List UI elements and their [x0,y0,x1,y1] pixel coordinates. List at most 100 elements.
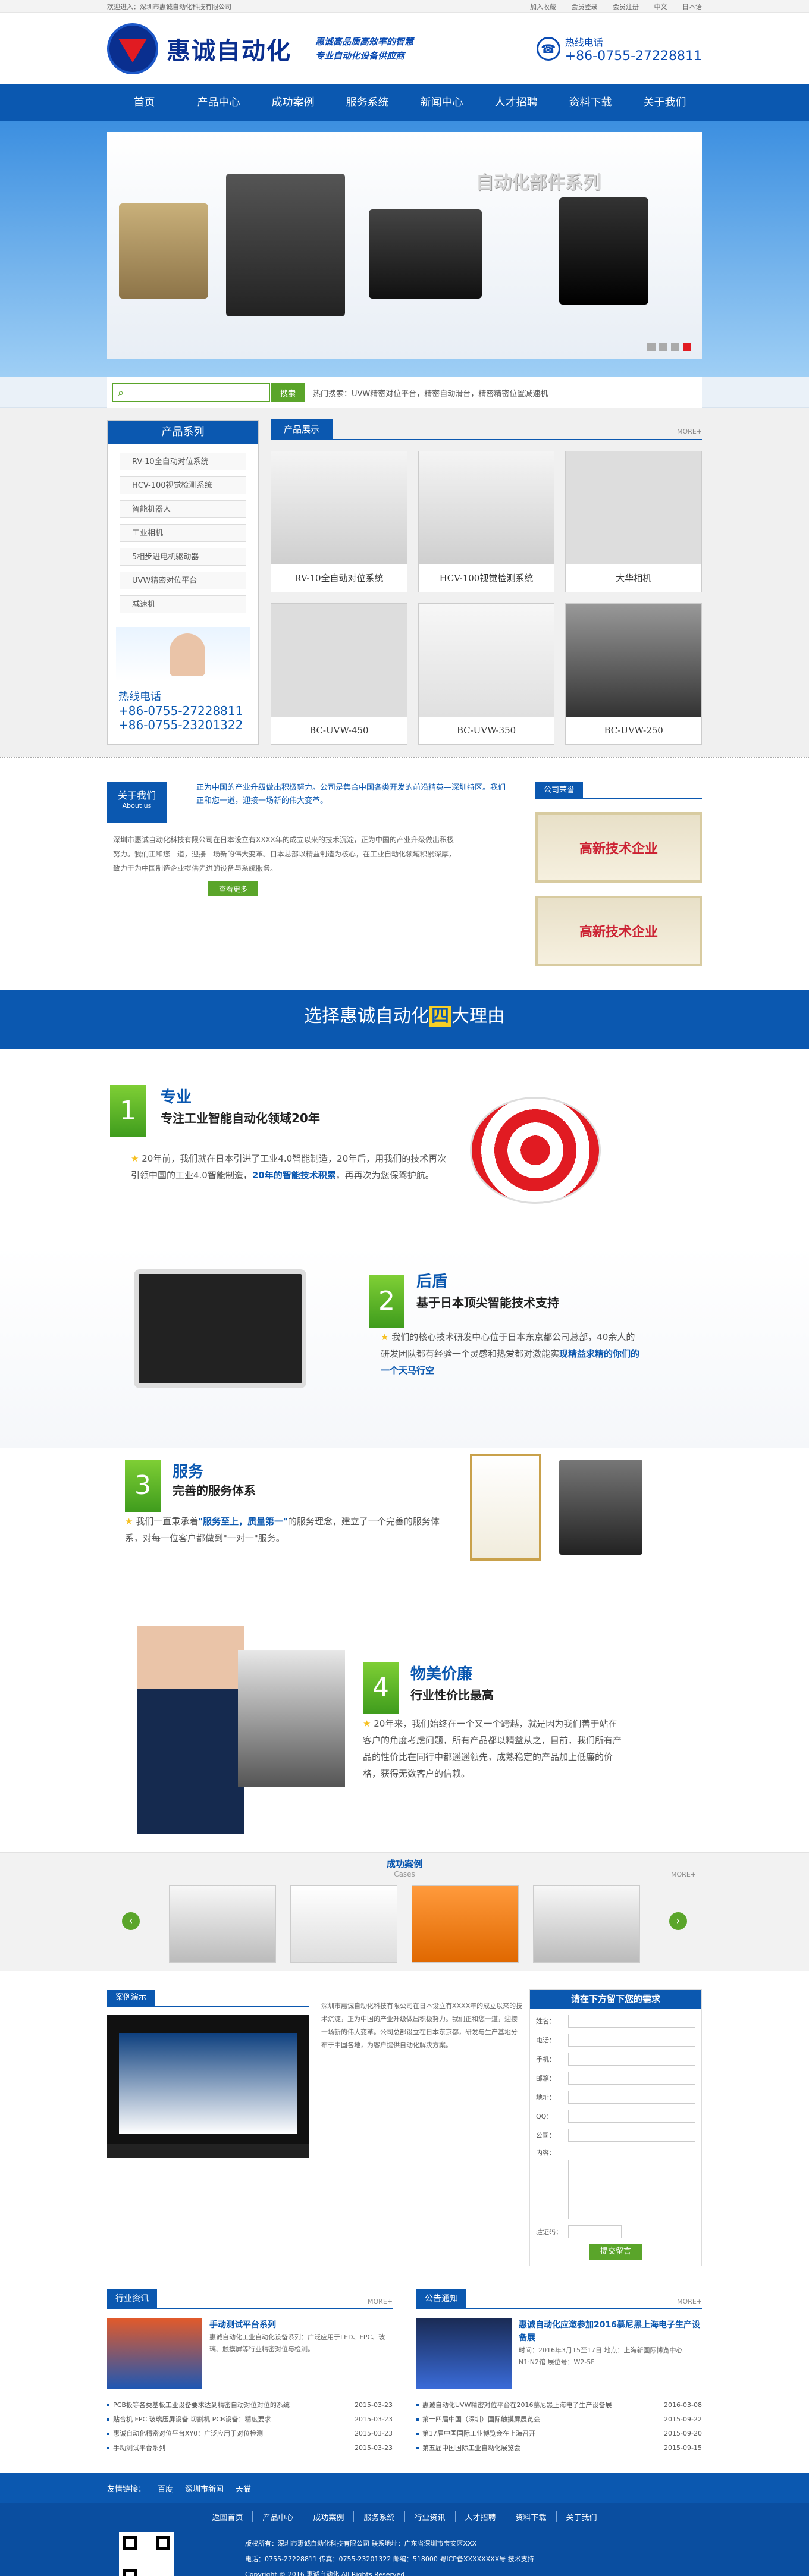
footer-body: 版权所有：深圳市惠诚自动化科技有限公司 联系地址：广东省深圳市宝安区XXX 电话… [0,2532,809,2576]
reason-subtitle: 基于日本顶尖智能技术支持 [416,1295,559,1310]
news-item[interactable]: 惠诚自动化UVW精密对位平台在2016慕尼黑上海电子生产设备展 2016-03-0… [416,2398,702,2412]
chevron-right-icon[interactable]: › [669,1912,687,1930]
news-featured-title[interactable]: 惠诚自动化应邀参加2016慕尼黑上海电子生产设备展 [519,2318,702,2345]
nav-jobs[interactable]: 人才招聘 [479,84,553,121]
news-more-link[interactable]: MORE+ [368,2298,393,2308]
mobile-field[interactable] [568,2053,695,2066]
product-card[interactable]: BC-UVW-350 [418,603,555,745]
sidebar-item[interactable]: UVW精密对位平台 [120,572,246,589]
video-controls[interactable] [107,2144,309,2158]
nav-service[interactable]: 服务系统 [330,84,404,121]
email-field[interactable] [568,2072,695,2085]
nav-cases[interactable]: 成功案例 [256,84,330,121]
case-item[interactable] [290,1885,397,1963]
news-item[interactable]: 贴合机 FPC 玻璃压屏设备 切割机 PCB设备：精度要求 2015-03-23 [107,2412,393,2427]
news-item[interactable]: 手动测试平台系列 2015-03-23 [107,2441,393,2455]
footer-link[interactable]: 行业资讯 [405,2511,456,2522]
product-name[interactable]: BC-UVW-450 [271,717,407,744]
cases-more-link[interactable]: MORE+ [671,1871,696,1878]
footer-link[interactable]: 返回首页 [202,2511,253,2522]
phone-field[interactable] [568,2034,695,2047]
hot-search[interactable]: 热门搜索：UVW精密对位平台，精密自动滑台，精密精密位置减速机 [313,387,548,399]
nav-about[interactable]: 关于我们 [628,84,702,121]
login-link[interactable]: 会员登录 [572,3,598,11]
captcha-field[interactable] [568,2225,622,2238]
friend-link[interactable]: 深圳市新闻 [185,2483,224,2494]
search-button[interactable]: 搜索 [271,383,305,402]
sidebar-item[interactable]: 工业相机 [120,524,246,542]
footer-link[interactable]: 产品中心 [253,2511,304,2522]
case-item[interactable] [412,1885,519,1963]
nav-products[interactable]: 产品中心 [181,84,256,121]
news-tab[interactable]: 行业资讯 [107,2289,157,2308]
sidebar-item[interactable]: HCV-100视觉检测系统 [120,476,246,494]
video-description: 深圳市惠诚自动化科技有限公司在日本设立有XXXX年的成立以来的技术沉淀，正为中国… [321,2002,523,2049]
reason-4: 4 物美价廉 行业性价比最高 ★ 20年来，我们始终在一个又一个跨越，就是因为我… [0,1626,809,1852]
news-more-link[interactable]: MORE+ [677,2298,702,2308]
logo-name[interactable]: 惠诚自动化 [167,32,291,66]
footer-link[interactable]: 关于我们 [557,2511,607,2522]
product-name[interactable]: HCV-100视觉检测系统 [419,564,554,592]
product-name[interactable]: RV-10全自动对位系统 [271,564,407,592]
chevron-left-icon[interactable]: ‹ [122,1912,140,1930]
sidebar-item[interactable]: RV-10全自动对位系统 [120,453,246,470]
news-item[interactable]: 第十四届中国（深圳）国际触摸屏展览会 2015-09-22 [416,2412,702,2427]
nav-news[interactable]: 新闻中心 [404,84,479,121]
product-card[interactable]: BC-UVW-450 [271,603,407,745]
news-tab[interactable]: 公告通知 [416,2289,466,2308]
about-more-button[interactable]: 查看更多 [208,881,259,896]
chinese-link[interactable]: 中文 [654,3,667,11]
sidebar-item[interactable]: 减速机 [120,595,246,613]
news-featured-text: 时间：2016年3月15至17日 地点：上海新国际博览中心 N1·N2馆 展位号… [519,2346,683,2366]
news-item[interactable]: 第五届中国国际工业自动化展览会 2015-09-15 [416,2441,702,2455]
slide-dot[interactable] [671,343,679,351]
news-featured[interactable]: 惠诚自动化应邀参加2016慕尼黑上海电子生产设备展 时间：2016年3月15至1… [416,2318,702,2389]
slide-dot[interactable] [647,343,656,351]
company-field[interactable] [568,2129,695,2142]
logo-icon[interactable] [107,23,158,74]
friend-link[interactable]: 天猫 [236,2483,251,2494]
product-card[interactable]: RV-10全自动对位系统 [271,451,407,592]
news-featured-title[interactable]: 手动测试平台系列 [209,2318,393,2332]
case-item[interactable] [533,1885,640,1963]
submit-button[interactable]: 提交留言 [589,2244,642,2260]
gearbox-image [119,203,208,299]
content-field[interactable] [568,2160,695,2219]
nav-home[interactable]: 首页 [107,84,181,121]
slide-dot-active[interactable] [683,343,691,351]
product-card[interactable]: 大华相机 [565,451,702,592]
name-field[interactable] [568,2015,695,2028]
sidebar-item[interactable]: 智能机器人 [120,500,246,518]
register-link[interactable]: 会员注册 [613,3,639,11]
case-carousel [0,1885,809,1963]
friend-link[interactable]: 百度 [158,2483,173,2494]
product-tab[interactable]: 产品展示 [271,419,333,439]
footer-link[interactable]: 资料下载 [506,2511,557,2522]
footer-link[interactable]: 服务系统 [354,2511,405,2522]
news-item[interactable]: PCB板等各类基板工业设备要求达到精密自动对位对位的系统 2015-03-23 [107,2398,393,2412]
qq-field[interactable] [568,2110,695,2123]
product-card[interactable]: BC-UVW-250 [565,603,702,745]
nav-downloads[interactable]: 资料下载 [553,84,628,121]
product-name[interactable]: 大华相机 [566,564,701,592]
product-name[interactable]: BC-UVW-250 [566,717,701,744]
video-header: 案例演示 [107,1989,309,2007]
product-card[interactable]: HCV-100视觉检测系统 [418,451,555,592]
search-input[interactable]: ⌕ [112,383,270,402]
footer-link[interactable]: 人才招聘 [456,2511,506,2522]
news-featured[interactable]: 手动测试平台系列 惠诚自动化工业自动化设备系列：广泛应用于LED、FPC、玻璃、… [107,2318,393,2389]
japanese-link[interactable]: 日本语 [682,3,702,11]
footer-line: 版权所有：深圳市惠诚自动化科技有限公司 联系地址：广东省深圳市宝安区XXX [245,2540,477,2547]
case-item[interactable] [169,1885,276,1963]
address-field[interactable] [568,2091,695,2104]
sidebar-item[interactable]: 5相步进电机驱动器 [120,548,246,566]
product-name[interactable]: BC-UVW-350 [419,717,554,744]
add-favorite-link[interactable]: 加入收藏 [530,3,556,11]
product-more-link[interactable]: MORE+ [677,428,702,439]
news-item[interactable]: 第17届中国国际工业博览会在上海召开 2015-09-20 [416,2427,702,2441]
news-item[interactable]: 惠诚自动化精密对位平台XYθ：广泛应用于对位检测 2015-03-23 [107,2427,393,2441]
video-player[interactable] [107,2015,309,2158]
banner-slide[interactable]: 自动化部件系列 [107,132,702,359]
footer-link[interactable]: 成功案例 [303,2511,355,2522]
slide-dot[interactable] [659,343,667,351]
